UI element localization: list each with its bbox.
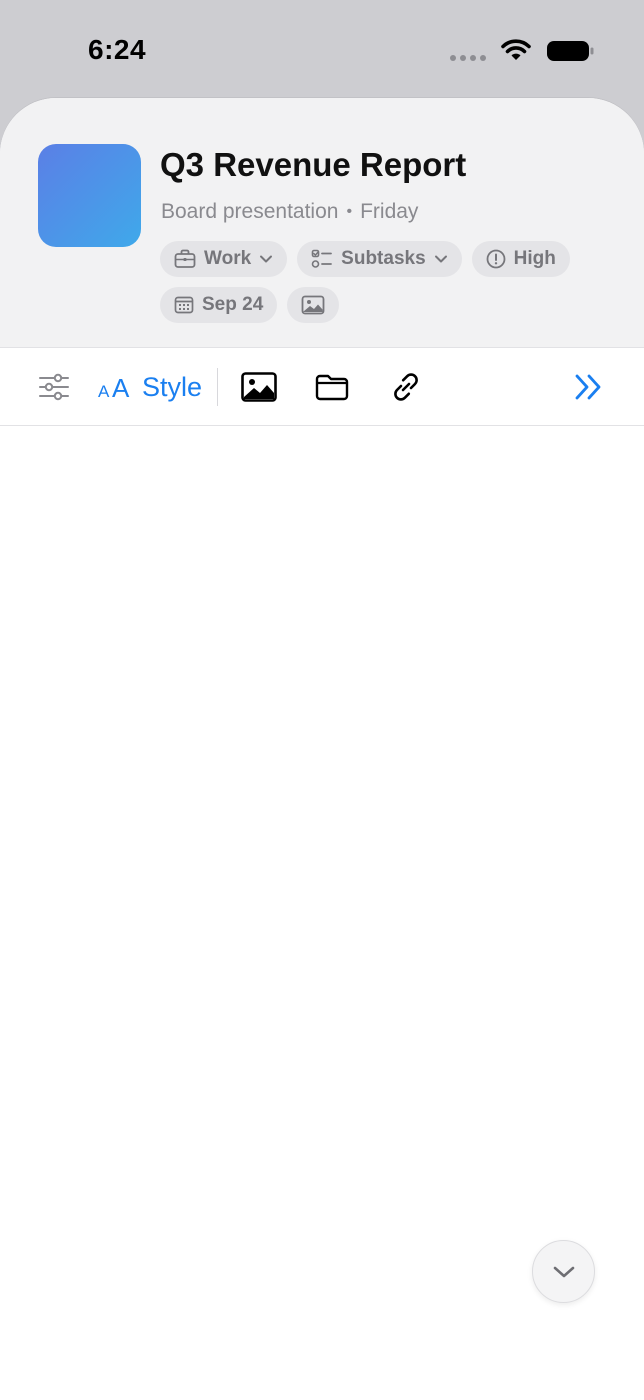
chevron-down-icon xyxy=(260,255,273,263)
svg-text:A: A xyxy=(112,373,130,401)
insert-link-button[interactable] xyxy=(389,348,423,426)
link-icon xyxy=(394,373,418,401)
list-chip-label: Work xyxy=(204,248,252,269)
svg-text:A: A xyxy=(98,382,110,401)
status-bar: 6:24 xyxy=(0,0,644,100)
wifi-icon xyxy=(501,39,531,60)
text-size-icon: A A xyxy=(98,373,130,401)
chevron-down-icon xyxy=(434,255,447,263)
scroll-down-button[interactable] xyxy=(532,1240,595,1303)
style-button[interactable]: A A Style xyxy=(98,348,202,426)
task-subtitle[interactable]: Board presentation • Friday xyxy=(161,200,418,224)
image-icon xyxy=(241,372,277,402)
cellular-signal-icon xyxy=(450,55,486,61)
sliders-icon xyxy=(39,373,69,401)
task-due-day: Friday xyxy=(360,200,419,223)
task-title[interactable]: Q3 Revenue Report xyxy=(160,146,466,184)
filters-button[interactable] xyxy=(38,348,70,426)
task-thumbnail[interactable] xyxy=(38,144,141,247)
subtitle-separator: • xyxy=(346,203,353,220)
calendar-icon xyxy=(174,296,194,314)
checklist-icon xyxy=(311,249,333,268)
subtasks-chip-label: Subtasks xyxy=(341,248,426,269)
toolbar-divider xyxy=(217,368,218,406)
status-icons xyxy=(450,38,594,64)
exclamation-circle-icon xyxy=(486,249,506,269)
folder-icon xyxy=(315,374,349,401)
task-sheet: Q3 Revenue Report Board presentation • F… xyxy=(0,98,644,1400)
task-header: Q3 Revenue Report Board presentation • F… xyxy=(0,98,644,348)
insert-image-button[interactable] xyxy=(241,348,277,426)
photo-icon xyxy=(301,295,325,315)
task-chips: Work Subtasks High Sep 24 xyxy=(160,241,600,323)
chevron-down-icon xyxy=(553,1266,574,1277)
add-image-chip[interactable] xyxy=(287,287,340,323)
style-label: Style xyxy=(142,371,203,402)
list-chip[interactable]: Work xyxy=(160,241,288,277)
subtasks-chip[interactable]: Subtasks xyxy=(297,241,462,277)
priority-chip-label: High xyxy=(513,248,556,269)
editor-toolbar: A A Style xyxy=(0,348,644,426)
more-tools-button[interactable] xyxy=(574,348,604,426)
task-description: Board presentation xyxy=(161,200,339,223)
date-chip[interactable]: Sep 24 xyxy=(160,287,278,323)
insert-file-button[interactable] xyxy=(315,348,349,426)
battery-icon xyxy=(547,41,594,61)
chevron-double-right-icon xyxy=(575,374,601,400)
status-time: 6:24 xyxy=(88,34,147,65)
priority-chip[interactable]: High xyxy=(471,241,570,277)
briefcase-icon xyxy=(174,249,196,268)
date-chip-label: Sep 24 xyxy=(202,294,264,315)
